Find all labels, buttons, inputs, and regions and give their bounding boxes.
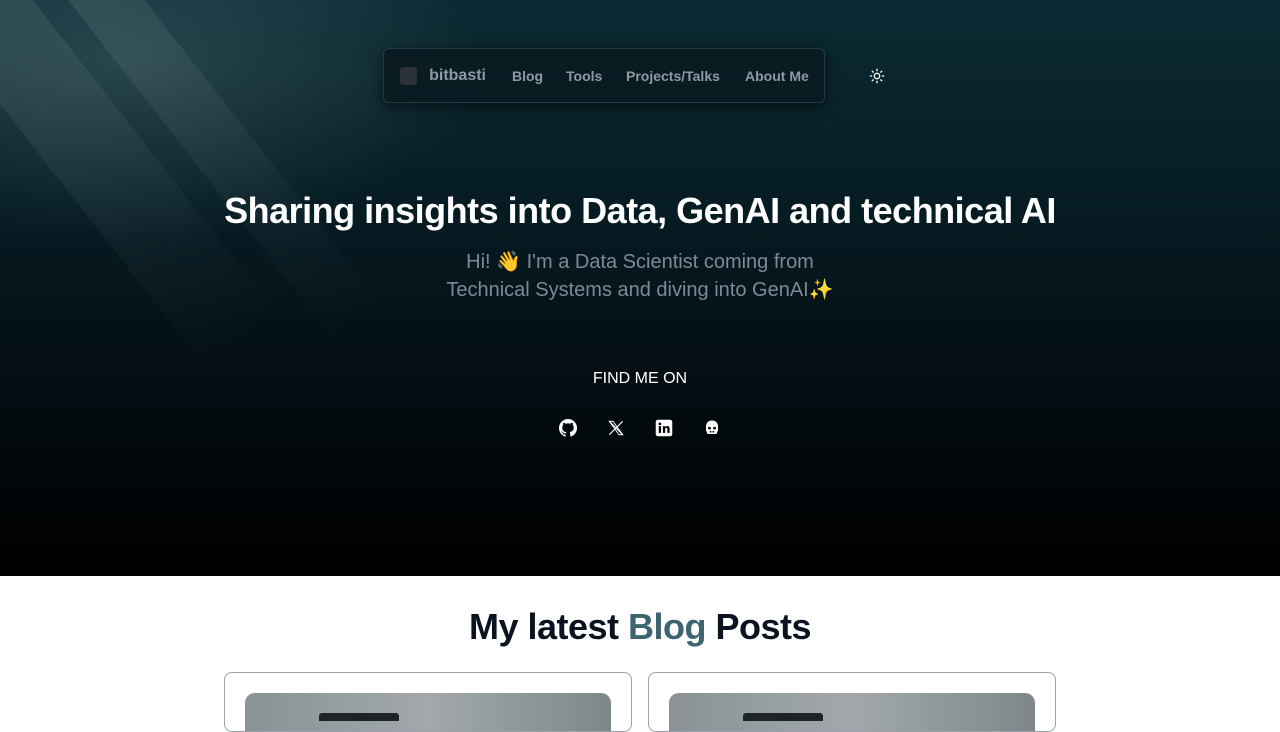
x-icon [608,420,624,436]
hero-headline: Sharing insights into Data, GenAI and te… [224,190,1056,231]
x-link[interactable] [597,409,635,447]
heading-suffix: Posts [706,606,812,647]
nav-link-projects-talks[interactable]: Projects/Talks [626,66,720,86]
heading-accent: Blog [628,606,706,647]
linkedin-link[interactable] [645,409,683,447]
sun-icon [869,68,885,84]
hero-intro: Hi! 👋 I'm a Data Scientist coming from T… [390,248,890,304]
github-link[interactable] [549,409,587,447]
nav-link-tools[interactable]: Tools [566,66,602,86]
nav-link-about-me[interactable]: About Me [745,66,809,86]
brand-name: bitbasti [429,67,486,84]
brand-home-link[interactable]: bitbasti [400,66,486,86]
heading-prefix: My latest [468,606,629,647]
hero-intro-line: Technical Systems and diving into GenAI✨ [446,279,834,301]
blog-post-thumbnail [669,693,1035,731]
blog-post-card[interactable] [648,672,1056,732]
latest-blog-posts-heading: My latest Blog Posts [0,606,1280,648]
github-icon [559,419,577,437]
blog-post-card[interactable] [224,672,632,732]
theme-toggle-button[interactable] [858,57,896,95]
nav-link-blog[interactable]: Blog [512,66,543,86]
linkedin-icon [655,419,673,437]
hero-intro-line: Hi! 👋 I'm a Data Scientist coming from [466,251,814,273]
stormtrooper-link[interactable] [693,409,731,447]
blog-post-thumbnail [245,693,611,731]
stormtrooper-icon [706,420,718,434]
brand-logo-icon [400,67,418,85]
find-me-label: FIND ME ON [592,370,688,387]
